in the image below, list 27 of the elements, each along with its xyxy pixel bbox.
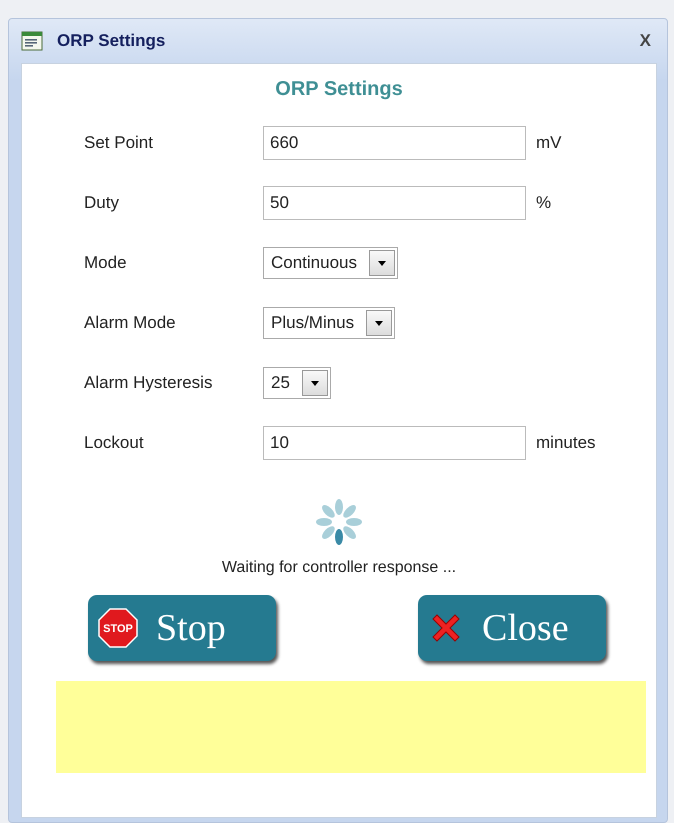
close-button[interactable]: X: [640, 31, 651, 51]
field-label: Mode: [84, 253, 128, 273]
window-title: ORP Settings: [57, 31, 166, 51]
unit-label: minutes: [536, 433, 596, 453]
loading-spinner-icon: [314, 497, 364, 547]
dropdown[interactable]: Plus/Minus: [263, 307, 396, 339]
input-field[interactable]: 10: [263, 426, 526, 460]
input-field[interactable]: 660: [263, 126, 526, 160]
dropdown[interactable]: 25: [263, 367, 331, 399]
caret-icon: [310, 380, 319, 386]
stop-sign-icon: STOP: [98, 608, 138, 648]
input-field[interactable]: 50: [263, 186, 526, 220]
dialog-heading: ORP Settings: [275, 78, 403, 101]
unit-label: mV: [536, 133, 562, 153]
field-label: Alarm Mode: [84, 313, 177, 333]
close-button[interactable]: Close: [418, 595, 606, 661]
dropdown[interactable]: Continuous: [263, 247, 398, 279]
caret-icon: [378, 260, 386, 266]
caret-icon: [375, 320, 384, 326]
field-label: Duty: [84, 193, 120, 213]
unit-label: %: [536, 193, 552, 213]
status-message: Waiting for controller response ...: [222, 559, 456, 577]
window-icon: [21, 31, 43, 51]
field-label: Set Point: [84, 133, 154, 153]
field-label: Lockout: [84, 433, 145, 453]
stop-button[interactable]: STOP Stop: [88, 595, 276, 661]
field-label: Alarm Hysteresis: [84, 373, 214, 393]
